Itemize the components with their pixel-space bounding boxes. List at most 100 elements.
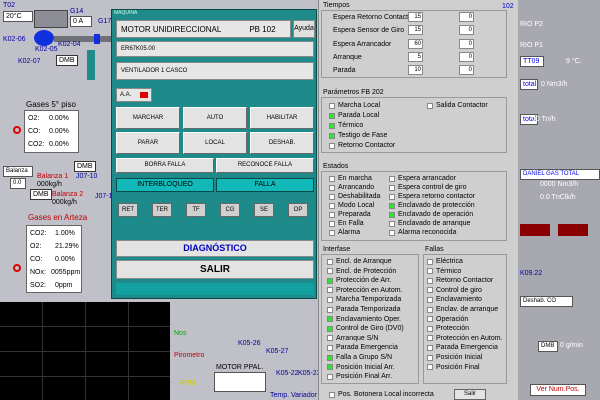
nox-label: NOx:: [30, 269, 46, 276]
t02-value: 20°C: [3, 11, 33, 22]
interfase-label: Parada Temporizada: [336, 306, 401, 313]
dmb-badge-2[interactable]: DMB: [74, 161, 96, 172]
rpm-label: RPM: [180, 380, 196, 387]
deshab-button[interactable]: DESHAB.: [250, 132, 314, 154]
interfase-label: Protección en Autom.: [336, 286, 403, 294]
checkbox-icon: [389, 202, 395, 209]
estado-modo-local: Modo Local: [329, 201, 374, 210]
reconoce-falla-button[interactable]: RECONOCE FALLA: [216, 158, 314, 173]
fallas-label: Control de giro: [436, 286, 482, 294]
marchar-button[interactable]: MARCHAR: [116, 107, 180, 129]
fallas-label: Operación: [436, 315, 469, 323]
ver-num-pos-button[interactable]: Ver Num.Pos.: [530, 384, 586, 396]
cg-indicator[interactable]: CG: [220, 203, 240, 217]
salir-small-button[interactable]: Salir: [454, 389, 486, 400]
checkbox-icon: [327, 287, 333, 294]
diagnostico-button[interactable]: DIAGNÓSTICO: [116, 240, 314, 257]
rio-p1-label: RIO P1: [520, 42, 543, 49]
nos-label: Nos: [174, 330, 187, 337]
interfase-row: Protección en Autom.: [327, 286, 403, 295]
valve-icon[interactable]: [94, 34, 100, 44]
ter-indicator[interactable]: TER: [152, 203, 172, 217]
far-right-strip: RIO P2 RIO P1 TT09 9 °C. total 0 Nm3/h t…: [518, 0, 600, 400]
parar-button[interactable]: PARAR: [116, 132, 180, 154]
estados-title: Estados: [323, 163, 349, 170]
rio-p2-label: RIO P2: [520, 21, 543, 28]
interfase-label: Control de Giro (DV0): [336, 325, 404, 333]
interfase-row: Posición Final Arr.: [327, 372, 392, 381]
auto-button[interactable]: AUTO: [183, 107, 247, 129]
checkbox-icon: [327, 277, 333, 284]
estado-en-marcha: En marcha: [329, 174, 372, 183]
g14-label: G14: [70, 8, 84, 15]
help-button[interactable]: Ayuda: [293, 20, 315, 38]
salir-button[interactable]: SALIR: [116, 260, 314, 279]
checkbox-icon: [329, 391, 335, 398]
ret-indicator[interactable]: RET: [118, 203, 138, 217]
daniel-gas-value-1: 0000 Nm3/h: [540, 181, 579, 188]
local-button[interactable]: LOCAL: [183, 132, 247, 154]
tf-indicator[interactable]: TF: [186, 203, 206, 217]
dmb-badge-3[interactable]: DMB: [30, 189, 52, 200]
fallas-label: Posición Final: [436, 363, 480, 371]
balanza-2-label: Balanza 2: [52, 191, 84, 198]
deshab-co-button[interactable]: Deshab. CO: [520, 296, 573, 307]
k02-06-label: K02-06: [3, 36, 26, 43]
param-label: Parada Local: [338, 112, 380, 119]
se-indicator[interactable]: SE: [254, 203, 274, 217]
k05-26-label: K05-26: [238, 340, 261, 347]
dmb-badge-far[interactable]: DMB: [538, 341, 558, 352]
estado-espera-giro: Espera control de giro: [389, 183, 466, 192]
tiempo-actual: 0: [459, 25, 474, 35]
checkbox-icon: [427, 287, 433, 294]
tiempo-actual: 0: [459, 65, 474, 75]
status-block-red: [520, 224, 550, 236]
co2b-value: 1.00%: [55, 230, 75, 237]
habilitar-button[interactable]: HABILITAR: [250, 107, 314, 129]
checkbox-icon: [327, 344, 333, 351]
checkbox-icon: [389, 211, 395, 218]
estado-espera-arrancador: Espera arrancador: [389, 174, 456, 183]
pos-botonera-indicator: Pos. Botonera Local incorrecta: [329, 390, 434, 399]
estado-label: Enclavado de arranque: [398, 220, 471, 227]
k02-05-label: K02-05: [35, 46, 58, 53]
dmb-badge-1[interactable]: DMB: [56, 55, 78, 66]
param-label: Térmico: [338, 122, 364, 129]
faceplate-title: MOTOR UNIDIRECCIONAL: [121, 24, 222, 34]
checkbox-icon: [389, 184, 395, 191]
tiempo-setpoint[interactable]: 60: [408, 39, 423, 49]
parametros-title: Parámetros FB 202: [323, 89, 384, 96]
estado-preparada: Preparada: [329, 210, 371, 219]
o2-value: 0.00%: [49, 115, 69, 122]
tiempo-setpoint[interactable]: 5: [408, 52, 423, 62]
checkbox-icon: [329, 229, 335, 236]
fallas-row: Enclav. de arranque: [427, 305, 498, 314]
checkbox-icon: [327, 325, 333, 332]
op-indicator[interactable]: OP: [288, 203, 308, 217]
fallas-row: Posición Final: [427, 363, 480, 372]
temp-variador-label: Temp. Variador: [270, 392, 317, 399]
checkbox-icon: [389, 175, 395, 182]
tiempo-setpoint[interactable]: 15: [408, 12, 423, 22]
checkbox-icon: [329, 202, 335, 209]
alarm-led-icon: [140, 92, 148, 98]
estado-enclavado-operacion: Enclavado de operación: [389, 210, 473, 219]
motor-faceplate: MAQUINA MOTOR UNIDIRECCIONAL PB 102 Ayud…: [111, 9, 317, 299]
interfase-row: Enclavamiento Oper.: [327, 315, 401, 324]
estado-label: Arrancando: [338, 184, 375, 191]
blower-icon[interactable]: [34, 30, 54, 46]
fallas-label: Retorno Contactor: [436, 277, 494, 285]
estado-en-falla: En Falla: [329, 219, 364, 228]
tiempo-setpoint[interactable]: 10: [408, 65, 423, 75]
tiempo-setpoint[interactable]: 15: [408, 25, 423, 35]
checkbox-icon: [389, 220, 395, 227]
borra-falla-button[interactable]: BORRA FALLA: [116, 158, 214, 173]
checkbox-icon: [389, 229, 395, 236]
estado-label: Espera retorno contactor: [398, 193, 476, 200]
interfase-row: Falla a Grupo S/N: [327, 353, 392, 362]
panel-graphic: [34, 10, 68, 28]
tiempos-title: Tiempos: [323, 2, 350, 9]
param-marcha-local: Marcha Local: [329, 101, 380, 110]
checkbox-icon: [427, 306, 433, 313]
tiempo-actual: 0: [459, 52, 474, 62]
